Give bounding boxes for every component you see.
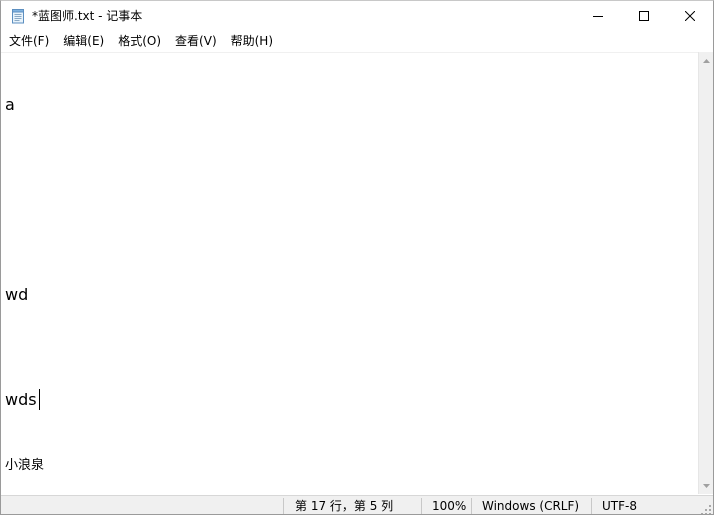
menu-edit[interactable]: 编辑(E) <box>56 31 111 51</box>
minimize-icon <box>593 16 603 17</box>
text-line: wd <box>5 285 29 304</box>
maximize-button[interactable] <box>621 1 667 31</box>
status-divider <box>421 498 422 514</box>
text-editor[interactable]: a wd wds 小浪泉 <box>1 52 698 495</box>
status-cursor-position: 第 17 行，第 5 列 <box>295 499 394 513</box>
maximize-icon <box>639 11 649 21</box>
status-zoom: 100% <box>432 499 467 513</box>
scroll-down-button[interactable] <box>699 477 713 494</box>
status-divider <box>471 498 472 514</box>
resize-grip-icon[interactable] <box>700 504 711 515</box>
chevron-up-icon <box>703 58 710 63</box>
chevron-down-icon <box>703 483 710 488</box>
notepad-icon[interactable] <box>10 8 26 24</box>
text-line: wds <box>5 390 37 409</box>
menu-help[interactable]: 帮助(H) <box>224 31 280 51</box>
text-caret <box>39 389 40 410</box>
status-divider <box>283 498 284 514</box>
menu-file[interactable]: 文件(F) <box>2 31 56 51</box>
menu-view[interactable]: 查看(V) <box>168 31 224 51</box>
menu-format[interactable]: 格式(O) <box>111 31 168 51</box>
title-bar[interactable]: *蓝图师.txt - 记事本 <box>1 1 713 31</box>
text-line: a <box>5 95 15 114</box>
status-bar: 第 17 行，第 5 列 100% Windows (CRLF) UTF-8 <box>1 495 713 515</box>
close-icon <box>685 11 695 21</box>
status-divider <box>591 498 592 514</box>
scroll-up-button[interactable] <box>699 52 713 69</box>
minimize-button[interactable] <box>575 1 621 31</box>
menu-bar: 文件(F) 编辑(E) 格式(O) 查看(V) 帮助(H) <box>1 31 713 51</box>
status-encoding: UTF-8 <box>602 499 637 513</box>
status-line-ending: Windows (CRLF) <box>482 499 580 513</box>
close-button[interactable] <box>667 1 713 31</box>
vertical-scrollbar[interactable] <box>698 52 713 494</box>
notepad-window: *蓝图师.txt - 记事本 文件(F) 编辑(E) 格式(O) 查看(V) 帮… <box>0 0 714 515</box>
window-title: *蓝图师.txt - 记事本 <box>32 9 143 23</box>
text-line: 小浪泉 <box>5 458 45 473</box>
